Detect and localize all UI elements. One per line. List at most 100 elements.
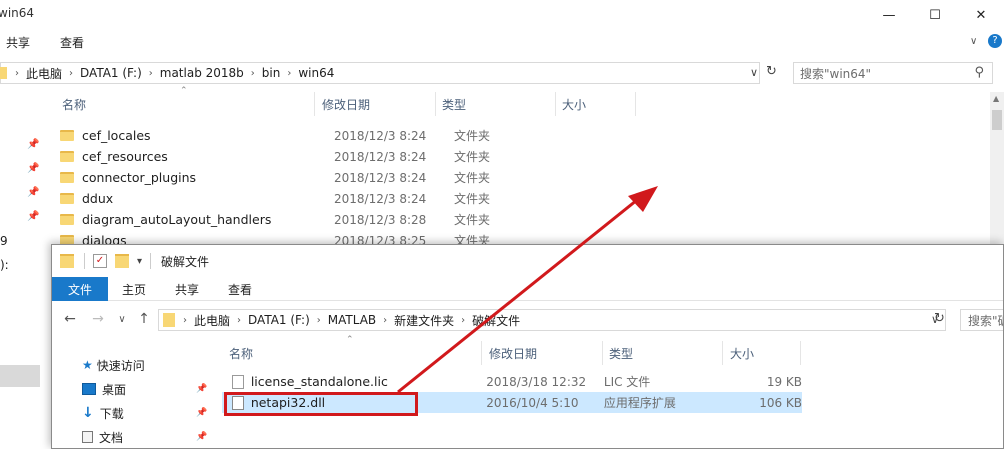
back-arrow-icon[interactable]: ← — [62, 311, 78, 327]
scrollbar-thumb[interactable] — [992, 110, 1002, 130]
column-divider[interactable] — [314, 92, 315, 116]
search-placeholder: 搜索"破 — [968, 313, 1003, 328]
nav-item-desktop[interactable]: 桌面 📌 — [82, 378, 207, 400]
item-date: 2018/12/3 8:24 — [334, 149, 427, 164]
download-icon: ↓ — [82, 405, 94, 421]
chevron-right-icon: › — [383, 314, 388, 326]
up-arrow-icon[interactable]: ↑ — [136, 311, 152, 327]
list-item[interactable]: cef_resources 2018/12/3 8:24 文件夹 — [60, 146, 490, 167]
column-divider[interactable] — [435, 92, 436, 116]
nav-selected-item[interactable] — [0, 365, 40, 387]
column-date[interactable]: 修改日期 — [322, 96, 370, 113]
tab-home[interactable]: 主页 — [122, 281, 146, 298]
file-size: 106 KB — [759, 395, 803, 410]
search-input[interactable]: 搜索"破 — [960, 309, 1003, 331]
breadcrumb-crack-files[interactable]: 破解文件 — [467, 312, 525, 329]
breadcrumb-win64[interactable]: win64 — [293, 66, 339, 80]
table-row[interactable]: license_standalone.lic 2018/3/18 12:32 L… — [222, 371, 802, 392]
list-item[interactable]: connector_plugins 2018/12/3 8:24 文件夹 — [60, 167, 490, 188]
tab-file[interactable]: 文件 — [52, 277, 108, 301]
nav-item-label: 快速访问 — [96, 358, 145, 373]
list-item[interactable]: ddux 2018/12/3 8:24 文件夹 — [60, 188, 490, 209]
forward-arrow-icon[interactable]: → — [90, 311, 106, 327]
column-name[interactable]: 名称 — [229, 345, 253, 362]
item-type: 文件夹 — [454, 171, 491, 185]
address-bar[interactable]: › 此电脑 › DATA1 (F:) › MATLAB › 新建文件夹 › 破解… — [158, 309, 946, 331]
minimize-icon[interactable]: — — [866, 0, 912, 30]
close-icon[interactable]: ✕ — [958, 0, 1004, 30]
divider — [150, 253, 152, 269]
file-date: 2018/3/18 12:32 — [486, 374, 587, 389]
help-icon[interactable]: ? — [988, 34, 1002, 48]
column-date[interactable]: 修改日期 — [489, 345, 537, 362]
breadcrumb-this-pc[interactable]: 此电脑 — [21, 65, 67, 82]
scroll-up-icon[interactable]: ▲ — [993, 94, 999, 103]
search-input[interactable]: 搜索"win64" ⚲ — [793, 62, 993, 84]
history-dropdown-icon[interactable]: ∨ — [750, 66, 758, 79]
nav-item-label: 文档 — [99, 430, 124, 445]
column-size[interactable]: 大小 — [730, 345, 754, 362]
tab-share[interactable]: 共享 — [175, 281, 199, 298]
chevron-down-icon[interactable]: ▾ — [137, 256, 142, 267]
search-icon: ⚲ — [974, 65, 984, 80]
tab-view[interactable]: 查看 — [60, 34, 84, 51]
tab-view[interactable]: 查看 — [228, 281, 252, 298]
breadcrumb-data1[interactable]: DATA1 (F:) — [75, 66, 147, 80]
chevron-right-icon: › — [237, 314, 242, 326]
folder-icon — [60, 214, 74, 225]
new-folder-icon[interactable] — [115, 254, 129, 268]
navigation-pane: ★ 快速访问 桌面 📌 ↓ 下载 📌 文档 📌 — [52, 340, 212, 448]
item-date: 2018/12/3 8:28 — [334, 212, 427, 227]
pin-icon[interactable]: 📌 — [196, 408, 207, 418]
pin-icon[interactable]: 📌 — [27, 187, 39, 198]
tab-share[interactable]: 共享 — [6, 34, 30, 51]
pin-icon[interactable]: 📌 — [196, 432, 207, 442]
breadcrumb-matlab[interactable]: matlab 2018b — [155, 66, 249, 80]
column-divider[interactable] — [800, 341, 801, 365]
file-size: 19 KB — [766, 374, 803, 389]
pin-icon[interactable]: 📌 — [196, 384, 207, 394]
file-icon — [232, 374, 244, 389]
address-bar[interactable]: › 此电脑 › DATA1 (F:) › matlab 2018b › bin … — [0, 62, 760, 84]
pin-icon[interactable]: 📌 — [27, 139, 39, 150]
breadcrumb-data1[interactable]: DATA1 (F:) — [243, 313, 315, 327]
item-name: connector_plugins — [82, 170, 197, 185]
file-type: LIC 文件 — [603, 375, 651, 389]
pin-icon[interactable]: 📌 — [27, 211, 39, 222]
list-item[interactable]: cef_locales 2018/12/3 8:24 文件夹 — [60, 125, 490, 146]
sort-up-icon: ⌃ — [346, 335, 354, 345]
maximize-icon[interactable]: ☐ — [912, 0, 958, 30]
list-item[interactable]: diagram_autoLayout_handlers 2018/12/3 8:… — [60, 209, 490, 230]
breadcrumb-matlab[interactable]: MATLAB — [323, 313, 381, 327]
column-name[interactable]: 名称 — [62, 96, 86, 113]
column-divider[interactable] — [635, 92, 636, 116]
properties-icon[interactable]: ✓ — [93, 254, 107, 268]
star-icon: ★ — [82, 358, 93, 372]
column-divider[interactable] — [481, 341, 482, 365]
pin-icon[interactable]: 📌 — [27, 163, 39, 174]
nav-item-label: 下载 — [99, 406, 124, 421]
nav-item-quick-access[interactable]: ★ 快速访问 — [82, 354, 145, 376]
column-divider[interactable] — [602, 341, 603, 365]
file-type: 应用程序扩展 — [603, 396, 676, 410]
document-icon — [82, 431, 93, 443]
chevron-right-icon: › — [316, 314, 321, 326]
column-type[interactable]: 类型 — [442, 96, 466, 113]
column-type[interactable]: 类型 — [609, 345, 633, 362]
refresh-icon[interactable]: ↻ — [766, 64, 777, 79]
breadcrumb-new-folder[interactable]: 新建文件夹 — [389, 312, 459, 329]
nav-item-downloads[interactable]: ↓ 下载 📌 — [82, 402, 207, 424]
breadcrumb-this-pc[interactable]: 此电脑 — [189, 312, 235, 329]
chevron-down-icon[interactable]: ∨ — [970, 36, 977, 47]
highlight-box — [224, 392, 418, 416]
recent-locations-icon[interactable]: ∨ — [114, 311, 130, 327]
chevron-right-icon: › — [183, 314, 187, 326]
nav-item-documents[interactable]: 文档 📌 — [82, 426, 207, 448]
window-title: win64 — [0, 6, 35, 20]
item-name: diagram_autoLayout_handlers — [82, 212, 272, 227]
refresh-icon[interactable]: ↻ — [934, 311, 945, 326]
column-size[interactable]: 大小 — [562, 96, 586, 113]
breadcrumb-bin[interactable]: bin — [257, 66, 286, 80]
column-divider[interactable] — [555, 92, 556, 116]
column-divider[interactable] — [722, 341, 723, 365]
